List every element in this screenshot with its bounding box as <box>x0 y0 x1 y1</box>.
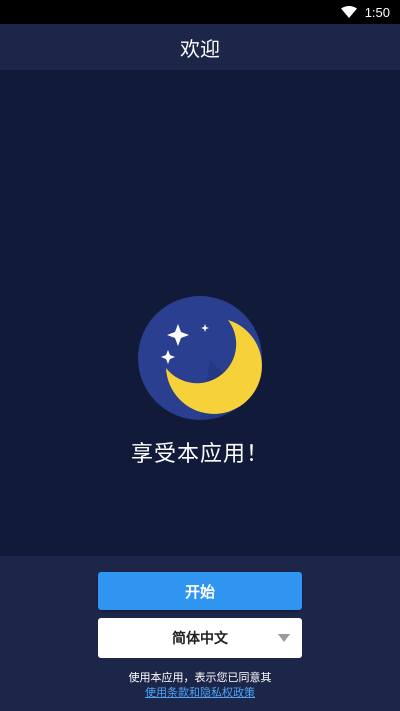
start-button[interactable]: 开始 <box>98 572 302 610</box>
terms-text: 使用本应用，表示您已同意其 <box>128 671 272 684</box>
bottom-panel: 开始 简体中文 使用本应用，表示您已同意其 使用条款和隐私权政策 <box>0 556 400 711</box>
wifi-icon <box>340 6 357 18</box>
welcome-screen: 1:50 欢迎 享受本应用！ 开始 简体中文 使用本应用，表示您已同意其 使用条… <box>0 0 400 711</box>
tagline: 享受本应用！ <box>130 442 269 467</box>
page-title: 欢迎 <box>180 36 220 61</box>
status-bar: 1:50 <box>0 0 400 24</box>
title-bar: 欢迎 <box>0 24 400 70</box>
language-select[interactable]: 简体中文 <box>98 618 302 658</box>
triangle-down-icon <box>278 634 290 642</box>
moon-stars-icon <box>138 296 262 420</box>
main-content: 享受本应用！ <box>0 70 400 556</box>
status-time: 1:50 <box>364 4 390 20</box>
language-selected-value: 简体中文 <box>172 631 228 647</box>
start-button-label: 开始 <box>184 582 215 601</box>
terms-link[interactable]: 使用条款和隐私权政策 <box>0 684 400 700</box>
